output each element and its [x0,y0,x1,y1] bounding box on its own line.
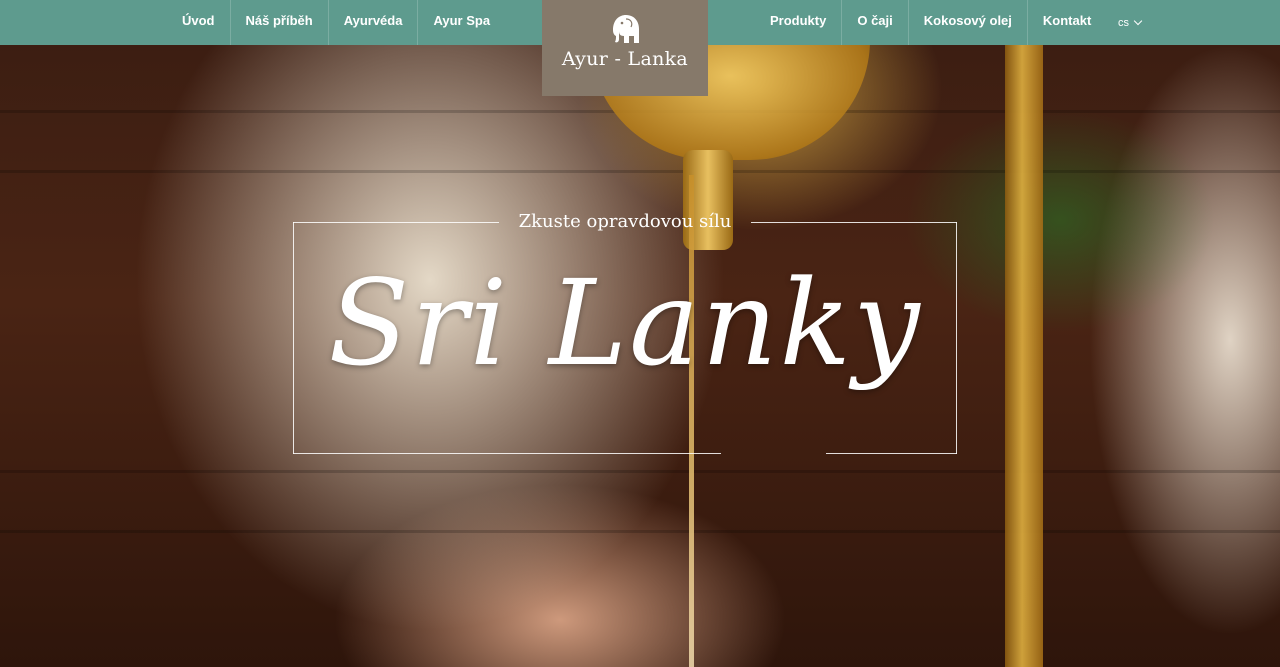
hero-frame: Zkuste opravdovou sílu Sri Lanky [293,211,957,454]
brass-pillar [1005,45,1043,667]
language-selector[interactable]: cs [1118,0,1143,45]
main-nav-left: Úvod Náš příběh Ayurvéda Ayur Spa [167,0,505,45]
nav-item-ayur-spa[interactable]: Ayur Spa [418,0,505,45]
hero-section: Zkuste opravdovou sílu Sri Lanky [0,0,1280,667]
hero-headline: Sri Lanky [328,254,922,392]
hero-tagline: Zkuste opravdovou sílu [518,211,732,232]
nav-item-uvod[interactable]: Úvod [167,0,231,45]
background-stripe [0,530,1280,533]
nav-item-nas-pribeh[interactable]: Náš příběh [231,0,329,45]
background-stripe [0,170,1280,173]
nav-item-o-caji[interactable]: O čaji [842,0,909,45]
elephant-icon [613,15,639,43]
nav-item-produkty[interactable]: Produkty [755,0,843,45]
language-code: cs [1118,16,1129,29]
background-stripe [0,470,1280,473]
frame-bottom-left-line [293,453,721,454]
main-nav-right: Produkty O čaji Kokosový olej Kontakt [755,0,1106,45]
nav-item-kokosovy-olej[interactable]: Kokosový olej [909,0,1028,45]
site-logo[interactable]: Ayur - Lanka [542,0,708,96]
logo-text: Ayur - Lanka [561,48,689,70]
frame-bottom-right-line [826,453,957,454]
nav-item-ayurveda[interactable]: Ayurvéda [329,0,419,45]
chevron-down-icon [1133,16,1143,25]
nav-item-kontakt[interactable]: Kontakt [1028,0,1106,45]
